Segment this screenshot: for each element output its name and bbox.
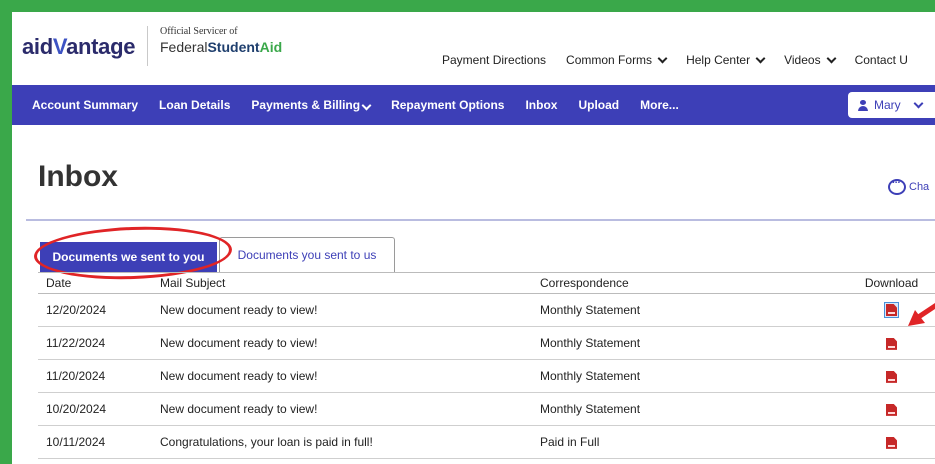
- chat-bubble-icon: [888, 175, 906, 195]
- title-divider: [26, 219, 935, 221]
- tab-documents-sent-to-us[interactable]: Documents you sent to us: [219, 237, 395, 272]
- aidvantage-logo[interactable]: aidVantage: [22, 34, 135, 60]
- cell-correspondence: Monthly Statement: [540, 402, 641, 416]
- chevron-down-icon: [657, 53, 668, 63]
- red-arrow-annotation: [908, 302, 935, 326]
- cell-subject: Congratulations, your loan is paid in fu…: [160, 435, 373, 449]
- download-pdf-icon[interactable]: [886, 403, 897, 416]
- nav-account-summary[interactable]: Account Summary: [32, 98, 138, 112]
- cell-subject: New document ready to view!: [160, 402, 318, 416]
- cell-correspondence: Paid in Full: [540, 435, 600, 449]
- cell-date: 11/22/2024: [46, 336, 106, 350]
- cell-subject: New document ready to view!: [160, 336, 318, 350]
- download-pdf-icon[interactable]: [886, 436, 897, 449]
- header-download: Download: [864, 276, 919, 290]
- page-title: Inbox: [38, 160, 118, 193]
- nav-payments-billing[interactable]: Payments & Billing: [251, 98, 372, 112]
- chevron-down-icon: [826, 53, 837, 63]
- table-row: 10/11/2024 Congratulations, your loan is…: [38, 426, 935, 459]
- nav-loan-details[interactable]: Loan Details: [159, 98, 230, 112]
- page-frame: aidVantage Official Servicer of FederalS…: [12, 12, 935, 464]
- servicer-caption: Official Servicer of: [160, 26, 238, 37]
- user-name: Mary: [874, 98, 901, 112]
- pdf-icon: [886, 304, 897, 316]
- cell-correspondence: Monthly Statement: [540, 303, 641, 317]
- chevron-down-icon: [913, 98, 924, 108]
- logo-divider: [147, 26, 148, 66]
- table-row: 11/20/2024 New document ready to view! M…: [38, 360, 935, 393]
- cell-date: 10/20/2024: [46, 402, 107, 416]
- header-correspondence[interactable]: Correspondence: [540, 276, 848, 290]
- cell-subject: New document ready to view!: [160, 369, 318, 383]
- table-header-row: Date Mail Subject Correspondence Downloa…: [38, 273, 935, 294]
- table-row: 10/20/2024 New document ready to view! M…: [38, 393, 935, 426]
- topnav-help-center[interactable]: Help Center: [686, 53, 766, 67]
- cell-date: 10/11/2024: [46, 435, 106, 449]
- header-mail-subject[interactable]: Mail Subject: [160, 276, 540, 290]
- top-nav: Payment Directions Common Forms Help Cen…: [442, 53, 908, 67]
- download-pdf-button[interactable]: [884, 302, 899, 318]
- table-row: 12/20/2024 New document ready to view! M…: [38, 294, 935, 327]
- nav-upload[interactable]: Upload: [578, 98, 619, 112]
- chevron-down-icon: [755, 53, 766, 63]
- download-pdf-icon[interactable]: [886, 370, 897, 383]
- servicer-logo: Official Servicer of FederalStudentAid: [160, 26, 282, 55]
- nav-more[interactable]: More...: [640, 98, 679, 112]
- download-pdf-icon[interactable]: [886, 337, 897, 350]
- user-menu-button[interactable]: Mary: [848, 92, 935, 118]
- nav-repayment-options[interactable]: Repayment Options: [391, 98, 504, 112]
- federal-student-aid-logo: FederalStudentAid: [160, 39, 283, 55]
- topnav-contact-us[interactable]: Contact U: [855, 53, 908, 67]
- nav-inbox[interactable]: Inbox: [525, 98, 557, 112]
- topnav-videos[interactable]: Videos: [784, 53, 837, 67]
- table-row: 11/22/2024 New document ready to view! M…: [38, 327, 935, 360]
- site-header: aidVantage Official Servicer of FederalS…: [12, 12, 935, 85]
- cell-date: 11/20/2024: [46, 369, 106, 383]
- cell-correspondence: Monthly Statement: [540, 369, 641, 383]
- header-date[interactable]: Date: [38, 276, 160, 290]
- topnav-payment-directions[interactable]: Payment Directions: [442, 53, 546, 67]
- cell-date: 12/20/2024: [46, 303, 107, 317]
- main-nav: Account Summary Loan Details Payments & …: [12, 85, 935, 125]
- cell-subject: New document ready to view!: [160, 303, 318, 317]
- inbox-table: Date Mail Subject Correspondence Downloa…: [38, 272, 935, 459]
- chat-button[interactable]: Cha: [888, 175, 930, 195]
- chat-label: Cha: [909, 181, 930, 193]
- chevron-down-icon: [361, 100, 372, 111]
- topnav-common-forms[interactable]: Common Forms: [566, 53, 668, 67]
- cell-correspondence: Monthly Statement: [540, 336, 641, 350]
- user-icon: [858, 99, 868, 111]
